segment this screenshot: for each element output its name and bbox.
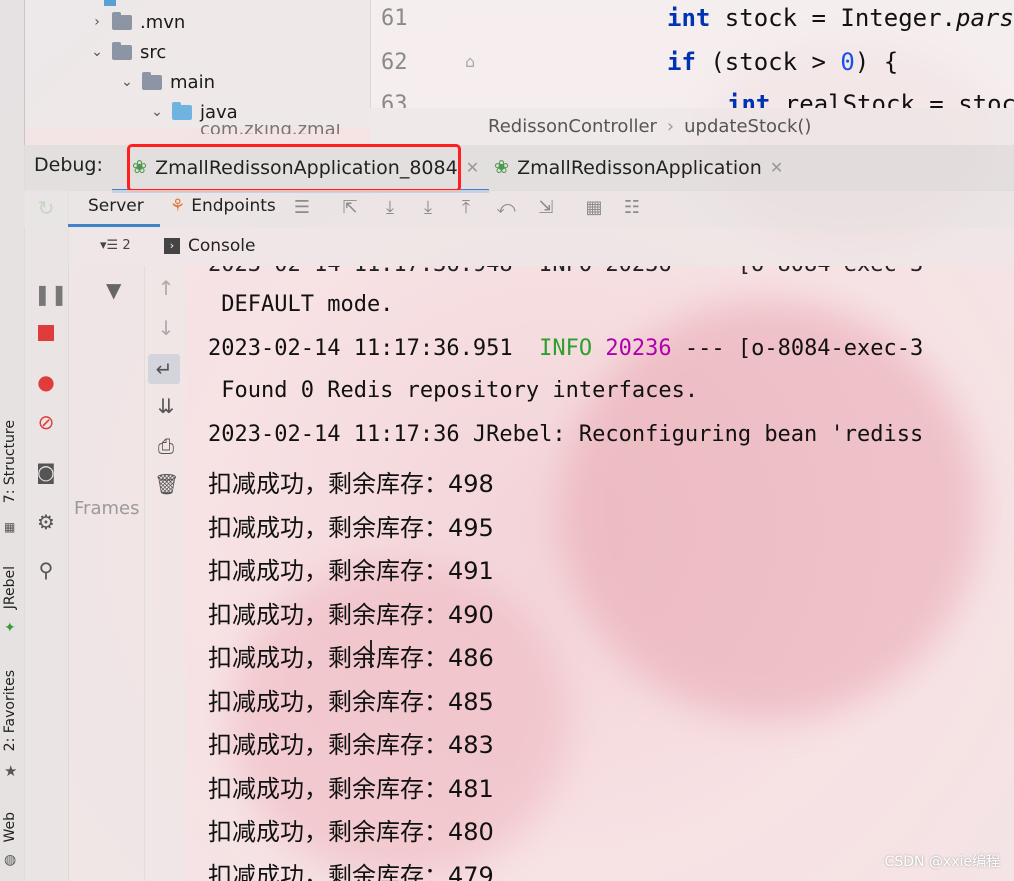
stock-line: 扣减成功，剩余库存：481: [208, 775, 494, 803]
debug-label: Debug:: [34, 154, 103, 176]
pause-icon[interactable]: ❚❚: [34, 282, 68, 306]
stock-line: 扣减成功，剩余库存：485: [208, 688, 494, 716]
gear-icon[interactable]: ⚙: [34, 510, 58, 534]
breadcrumb-class[interactable]: RedissonController: [488, 116, 657, 137]
stock-line: 扣减成功，剩余库存：486: [208, 644, 494, 672]
line-number: 63: [381, 92, 408, 108]
watermark: CSDN @xxie编程: [884, 854, 1000, 870]
fold-marker-icon[interactable]: ⌂: [465, 52, 483, 74]
tab-console[interactable]: › Console: [164, 236, 256, 256]
chevron-down-icon[interactable]: ⌄: [120, 74, 134, 90]
tab-zmall-redisson[interactable]: ❀ ZmallRedissonApplication ✕: [494, 151, 783, 184]
tab-endpoints[interactable]: ⚘ Endpoints: [170, 196, 276, 216]
globe-icon: ◍: [4, 852, 17, 868]
chevron-right-icon[interactable]: ›: [90, 14, 104, 30]
spring-boot-icon: ❀: [494, 157, 510, 178]
tree-item-package[interactable]: com.zking.zmal: [178, 124, 341, 134]
stop-icon[interactable]: [34, 322, 58, 346]
tab-server[interactable]: Server: [88, 196, 144, 216]
console-output[interactable]: 2023-02-14 11:17:36.948 INFO 20236 --- […: [196, 266, 1014, 881]
web-tab[interactable]: Web: [2, 812, 18, 843]
jrebel-icon: ✦: [4, 620, 16, 636]
step-out-icon[interactable]: ⤒: [456, 198, 476, 218]
stock-line: 扣减成功，剩余库存：483: [208, 731, 494, 759]
favorites-tab[interactable]: 2: Favorites: [2, 670, 18, 751]
trace-icon[interactable]: ☷: [622, 198, 642, 218]
step-over-icon[interactable]: ⤓: [380, 198, 400, 218]
frames-panel: ▼ Frames: [68, 266, 145, 881]
stock-line: 扣减成功，剩余库存：490: [208, 601, 494, 629]
trash-icon[interactable]: 🗑: [154, 472, 179, 496]
folder-icon: [142, 71, 162, 90]
console-actions-column: ↑ ↓ ↵ ⇊ ⎙ 🗑: [144, 266, 186, 881]
console-line-mode: DEFAULT mode.: [208, 292, 394, 317]
breadcrumb: RedissonController › updateStock(): [370, 108, 1014, 145]
console-line-found: Found 0 Redis repository interfaces.: [208, 378, 699, 403]
scroll-to-end-icon[interactable]: ⇊: [154, 394, 178, 418]
line-number: 61: [381, 6, 408, 31]
code-editor[interactable]: 61 62 63 ⌂ int stock = Integer.pars if (…: [370, 0, 1014, 108]
console-jrebel-line: 2023-02-14 11:17:36 JRebel: Reconfigurin…: [208, 422, 924, 447]
threads-dropdown[interactable]: ▾☰ 2: [100, 238, 131, 253]
stock-line: 扣减成功，剩余库存：491: [208, 557, 494, 585]
text-cursor: [370, 640, 372, 668]
chevron-down-icon[interactable]: ⌄: [150, 104, 164, 120]
menu-icon[interactable]: ☰: [292, 198, 312, 218]
down-arrow-icon[interactable]: ↓: [154, 316, 178, 340]
tree-item-mvn[interactable]: › .mvn: [90, 8, 185, 36]
code-line-63: int realStock = stoc: [727, 90, 1014, 108]
tree-item-java[interactable]: ⌄ java: [150, 98, 238, 126]
code-line-61: int stock = Integer.pars: [667, 4, 1014, 32]
step-into-icon[interactable]: ⤓: [418, 198, 438, 218]
structure-icon: ▦: [4, 520, 16, 534]
view-breakpoints-icon[interactable]: ●: [34, 370, 58, 394]
run-to-cursor-icon[interactable]: ⇲: [536, 198, 556, 218]
up-arrow-icon[interactable]: ↑: [154, 276, 178, 300]
left-tool-strip: 7: Structure ▦ JRebel ✦ 2: Favorites ★ W…: [0, 0, 25, 881]
close-icon[interactable]: ✕: [466, 158, 479, 177]
debug-toolbar: Server ⚘ Endpoints ☰ ⇱ ⤓ ⤓ ⤒ ⤺ ⇲ ▦ ☷: [24, 190, 1014, 228]
breadcrumb-separator-icon: ›: [666, 116, 675, 137]
threads-icon: ▾☰: [100, 238, 119, 253]
stock-line: 扣减成功，剩余库存：498: [208, 470, 494, 498]
show-execution-point-icon[interactable]: ⇱: [340, 198, 360, 218]
frames-label: Frames: [74, 498, 140, 519]
tree-item-src[interactable]: ⌄ src: [90, 38, 166, 66]
debug-actions-column: ↻ ❚❚ ● ⊘ ◙ ⚙ ⚲: [24, 190, 69, 881]
folder-icon: [112, 11, 132, 30]
soft-wrap-icon[interactable]: ↵: [148, 354, 180, 384]
tree-item-main[interactable]: ⌄ main: [120, 68, 215, 96]
drop-frame-icon[interactable]: ⤺: [496, 198, 516, 218]
console-icon: ›: [164, 238, 180, 254]
breadcrumb-method[interactable]: updateStock(): [684, 116, 811, 137]
sub-tab-row: ▾☰ 2 › Console: [68, 228, 1014, 266]
stock-line: 扣减成功，剩余库存：479: [208, 862, 494, 881]
star-icon: ★: [4, 762, 18, 780]
jrebel-tab[interactable]: JRebel: [2, 566, 18, 609]
stock-line: 扣减成功，剩余库存：480: [208, 818, 494, 846]
console-line-partial: 2023-02-14 11:17:36.948 INFO 20236 --- […: [208, 266, 923, 277]
line-gutter: 61 62 63 ⌂: [371, 0, 475, 108]
filter-icon[interactable]: ▼: [106, 278, 121, 302]
camera-icon[interactable]: ◙: [34, 460, 58, 484]
evaluate-icon[interactable]: ▦: [584, 198, 604, 218]
source-folder-icon: [172, 101, 192, 120]
red-highlight-box: [127, 144, 461, 192]
console-log-line: 2023-02-14 11:17:36.951 INFO 20236 --- […: [208, 336, 924, 361]
project-tree: › .mvn ⌄ src ⌄ main ⌄ java com.zking.zma…: [26, 0, 370, 134]
chevron-down-icon[interactable]: ⌄: [90, 44, 104, 60]
code-line-62: if (stock > 0) {: [667, 48, 899, 76]
structure-tab[interactable]: 7: Structure: [2, 420, 18, 503]
stock-line: 扣减成功，剩余库存：495: [208, 514, 494, 542]
folder-icon: [112, 41, 132, 60]
close-icon[interactable]: ✕: [770, 158, 783, 177]
mute-breakpoints-icon[interactable]: ⊘: [34, 410, 58, 434]
line-number: 62: [381, 50, 408, 75]
tree-module-icon: [104, 0, 116, 6]
server-tab-underline: [68, 224, 160, 227]
endpoints-icon: ⚘: [170, 196, 186, 216]
print-icon[interactable]: ⎙: [154, 434, 178, 458]
pin-icon[interactable]: ⚲: [34, 558, 58, 582]
